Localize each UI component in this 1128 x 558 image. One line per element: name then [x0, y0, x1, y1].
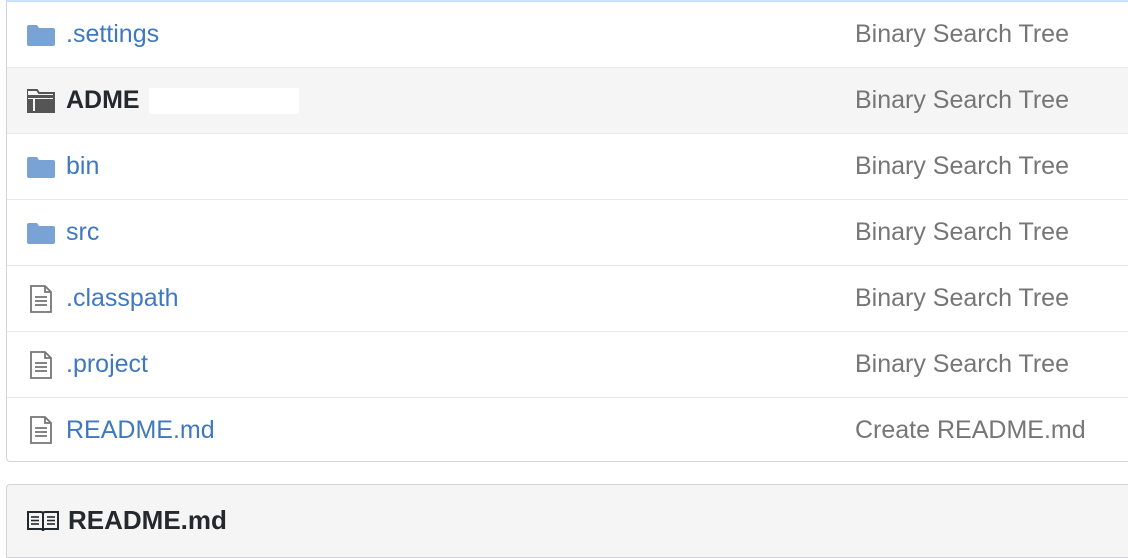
- file-list: .settings Binary Search Tree ADME Binary…: [6, 0, 1128, 462]
- folder-icon: [26, 152, 56, 182]
- file-name[interactable]: .project: [66, 350, 148, 379]
- readme-header: README.md: [6, 484, 1128, 558]
- commit-message[interactable]: Binary Search Tree: [855, 284, 1069, 313]
- commit-message[interactable]: Binary Search Tree: [855, 20, 1069, 49]
- submodule-folder-icon: [26, 86, 56, 116]
- book-icon: [27, 509, 59, 533]
- file-row-settings[interactable]: .settings Binary Search Tree: [7, 2, 1128, 68]
- file-row-readme[interactable]: README.md Create README.md: [7, 398, 1128, 462]
- file-name[interactable]: .settings: [66, 20, 159, 49]
- file-icon: [26, 415, 56, 445]
- file-name[interactable]: src: [66, 218, 99, 247]
- file-row-adme[interactable]: ADME Binary Search Tree: [7, 68, 1128, 134]
- file-name[interactable]: bin: [66, 152, 99, 181]
- commit-message[interactable]: Binary Search Tree: [855, 350, 1069, 379]
- file-name[interactable]: .classpath: [66, 284, 179, 313]
- file-name[interactable]: ADME: [66, 86, 140, 115]
- readme-title: README.md: [68, 505, 227, 535]
- commit-message[interactable]: Create README.md: [855, 416, 1086, 445]
- commit-message[interactable]: Binary Search Tree: [855, 86, 1069, 115]
- file-icon: [26, 284, 56, 314]
- file-row-project[interactable]: .project Binary Search Tree: [7, 332, 1128, 398]
- file-name[interactable]: README.md: [66, 416, 215, 445]
- file-icon: [26, 350, 56, 380]
- file-row-src[interactable]: src Binary Search Tree: [7, 200, 1128, 266]
- file-row-classpath[interactable]: .classpath Binary Search Tree: [7, 266, 1128, 332]
- redaction-box: [149, 88, 299, 114]
- folder-icon: [26, 20, 56, 50]
- commit-message[interactable]: Binary Search Tree: [855, 218, 1069, 247]
- folder-icon: [26, 218, 56, 248]
- file-row-bin[interactable]: bin Binary Search Tree: [7, 134, 1128, 200]
- commit-message[interactable]: Binary Search Tree: [855, 152, 1069, 181]
